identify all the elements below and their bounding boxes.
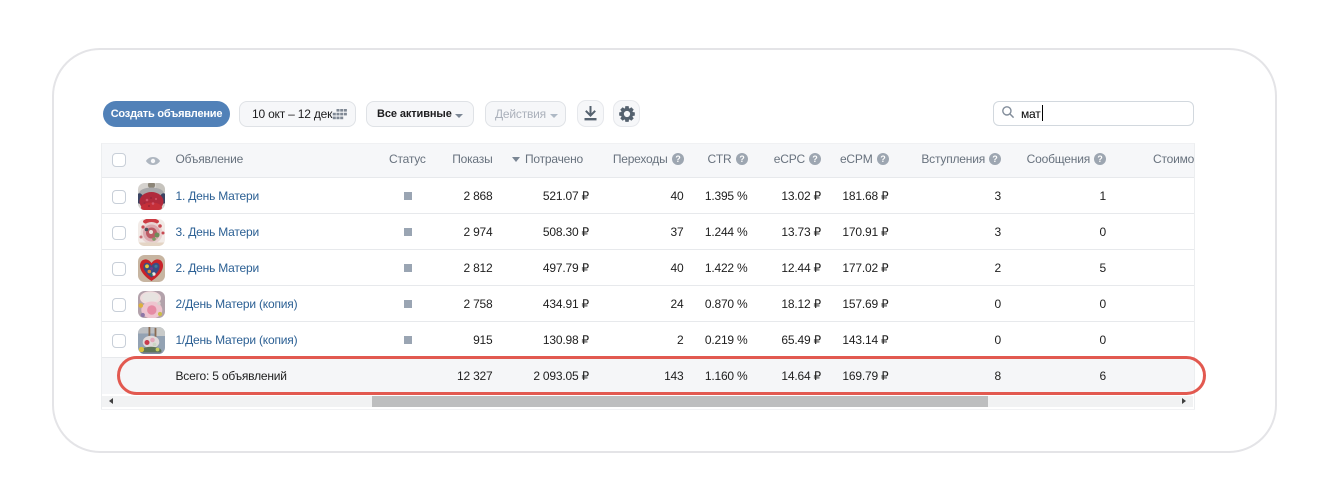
svg-text:?: ? bbox=[880, 154, 885, 164]
svg-text:?: ? bbox=[992, 154, 997, 164]
svg-text:?: ? bbox=[812, 154, 817, 164]
svg-text:?: ? bbox=[675, 154, 680, 164]
svg-text:?: ? bbox=[739, 154, 744, 164]
svg-text:?: ? bbox=[1097, 154, 1102, 164]
